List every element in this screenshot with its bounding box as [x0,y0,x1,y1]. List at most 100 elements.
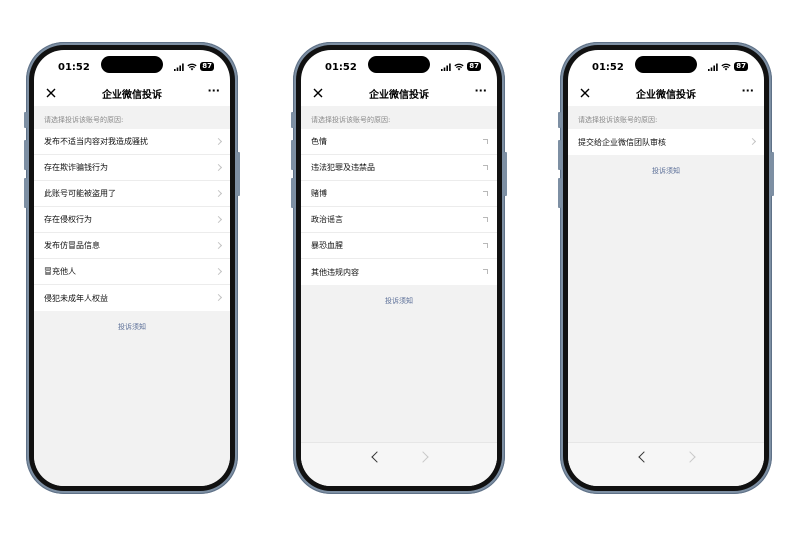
back-arrow-icon[interactable] [638,451,650,463]
complaint-content: 请选择投诉该账号的原因: 提交给企业微信团队审核 投诉须知 [568,106,764,486]
side-button [558,112,561,128]
dynamic-island [368,56,430,73]
list-item[interactable]: 冒充他人 [34,259,230,285]
complaint-notice-link[interactable]: 投诉须知 [301,296,497,306]
list-item[interactable]: 发布不适当内容对我造成骚扰 [34,129,230,155]
phone-screen: 01:52 87 企业微信投诉 ··· [34,50,230,486]
list-item-label: 提交给企业微信团队审核 [578,137,666,147]
status-icons: 87 [708,62,748,71]
list-item-label: 其他违规内容 [311,267,359,277]
phone-1: 01:52 87 企业微信投诉 ··· 请选择投诉该账号的原因: 发布不适当内容… [24,42,240,494]
list-item-label: 此账号可能被盗用了 [44,189,116,198]
phone-screen: 01:52 87 企业微信投诉 ··· [568,50,764,486]
battery-indicator: 87 [200,62,214,71]
side-button [24,140,27,170]
corner-marker-icon [483,190,488,196]
wifi-icon [187,63,197,71]
status-time: 01:52 [592,62,624,73]
status-time: 01:52 [325,62,357,73]
reason-hint: 请选择投诉该账号的原因: [311,116,391,124]
complaint-content: 请选择投诉该账号的原因: 色情 违法犯罪及违禁品 赌博 政治谣言 暴恐血腥 其他… [301,106,497,486]
list-item-label: 侵犯未成年人权益 [44,293,108,303]
cellular-signal-icon [441,63,451,71]
complaint-content: 请选择投诉该账号的原因: 发布不适当内容对我造成骚扰 存在欺诈骗钱行为 此账号可… [34,106,230,486]
list-item[interactable]: 侵犯未成年人权益 [34,285,230,311]
page-title: 企业微信投诉 [369,90,429,101]
complaint-notice-link[interactable]: 投诉须知 [568,166,764,176]
status-bar: 01:52 87 [568,50,764,80]
phone-bezel: 01:52 87 企业微信投诉 ··· [29,45,235,491]
page-title: 企业微信投诉 [636,90,696,101]
list-item-label: 赌博 [311,189,327,198]
phone-screen: 01:52 87 企业微信投诉 ··· [301,50,497,486]
more-options-icon[interactable]: ··· [741,84,754,97]
wifi-icon [454,63,464,71]
list-item-label: 政治谣言 [311,215,343,224]
list-item-label: 暴恐血腥 [311,241,343,250]
list-item-label: 存在侵权行为 [44,215,92,224]
side-button [291,112,294,128]
list-item-label: 发布不适当内容对我造成骚扰 [44,137,148,146]
chevron-right-icon [214,267,223,275]
reason-hint: 请选择投诉该账号的原因: [578,116,658,124]
list-item[interactable]: 其他违规内容 [301,259,497,285]
reason-list: 提交给企业微信团队审核 [568,129,764,155]
list-item-label: 发布仿冒品信息 [44,241,100,250]
status-icons: 87 [441,62,481,71]
reason-list: 发布不适当内容对我造成骚扰 存在欺诈骗钱行为 此账号可能被盗用了 存在侵权行为 … [34,129,230,311]
chevron-right-icon [214,293,223,302]
reason-list: 色情 违法犯罪及违禁品 赌博 政治谣言 暴恐血腥 其他违规内容 [301,129,497,285]
corner-marker-icon [483,138,488,144]
browser-bottom-bar [301,442,497,486]
corner-marker-icon [483,269,488,274]
phone-2: 01:52 87 企业微信投诉 ··· 请选择投诉该账号的原因: 色情 违法犯罪… [291,42,507,494]
list-item-label: 存在欺诈骗钱行为 [44,163,108,172]
side-button [504,152,507,196]
chevron-right-icon [214,163,223,171]
dynamic-island [101,56,163,73]
status-time: 01:52 [58,62,90,73]
side-button [237,152,240,196]
chevron-right-icon [748,137,757,146]
list-item[interactable]: 存在欺诈骗钱行为 [34,155,230,181]
cellular-signal-icon [708,63,718,71]
side-button [291,140,294,170]
list-item[interactable]: 提交给企业微信团队审核 [568,129,764,155]
list-item[interactable]: 存在侵权行为 [34,207,230,233]
status-bar: 01:52 87 [301,50,497,80]
chevron-right-icon [214,241,223,249]
corner-marker-icon [483,242,488,248]
phone-bezel: 01:52 87 企业微信投诉 ··· [296,45,502,491]
side-button [558,178,561,208]
phone-3: 01:52 87 企业微信投诉 ··· 请选择投诉该账号的原因: 提交给企业微信… [558,42,774,494]
chevron-right-icon [214,215,223,223]
status-icons: 87 [174,62,214,71]
complaint-notice-link[interactable]: 投诉须知 [34,322,230,332]
battery-indicator: 87 [467,62,481,71]
list-item[interactable]: 暴恐血腥 [301,233,497,259]
cellular-signal-icon [174,63,184,71]
list-item[interactable]: 违法犯罪及违禁品 [301,155,497,181]
side-button [291,178,294,208]
more-options-icon[interactable]: ··· [207,84,220,97]
reason-hint: 请选择投诉该账号的原因: [44,116,124,124]
list-item[interactable]: 此账号可能被盗用了 [34,181,230,207]
nav-bar: 企业微信投诉 ··· [34,80,230,106]
nav-bar: 企业微信投诉 ··· [301,80,497,106]
back-arrow-icon[interactable] [371,451,383,463]
side-button [24,112,27,128]
forward-arrow-icon[interactable] [684,451,696,463]
list-item-label: 冒充他人 [44,267,76,276]
corner-marker-icon [483,164,488,170]
list-item[interactable]: 赌博 [301,181,497,207]
list-item-label: 违法犯罪及违禁品 [311,163,375,172]
list-item[interactable]: 色情 [301,129,497,155]
forward-arrow-icon[interactable] [417,451,429,463]
list-item[interactable]: 发布仿冒品信息 [34,233,230,259]
status-bar: 01:52 87 [34,50,230,80]
list-item[interactable]: 政治谣言 [301,207,497,233]
more-options-icon[interactable]: ··· [474,84,487,97]
battery-indicator: 87 [734,62,748,71]
dynamic-island [635,56,697,73]
chevron-right-icon [214,137,223,145]
